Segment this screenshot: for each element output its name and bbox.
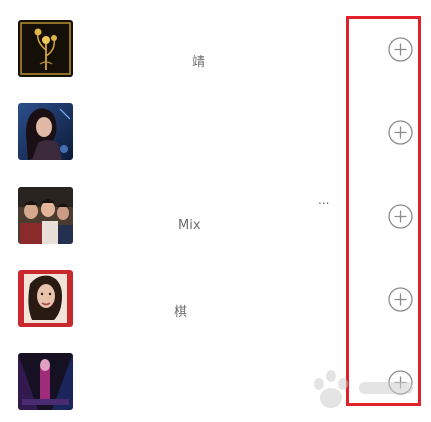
album-cover <box>18 353 73 410</box>
album-cover-stage-purple-icon <box>18 353 73 410</box>
list-item[interactable] <box>0 103 431 163</box>
album-cover-woman-red-icon <box>18 270 73 327</box>
album-cover <box>18 187 73 244</box>
artist-name-visible: 靖 <box>192 55 206 70</box>
album-cover-group-photo-icon <box>18 187 73 244</box>
add-to-playlist-button[interactable] <box>387 36 414 63</box>
artist-name-visible: Mix <box>178 218 201 233</box>
add-to-playlist-button[interactable] <box>387 119 414 146</box>
list-item[interactable]: 靖 <box>0 20 431 80</box>
circle-plus-icon <box>388 204 413 229</box>
list-item[interactable] <box>0 353 431 413</box>
list-item[interactable]: ... Mix <box>0 187 431 247</box>
circle-plus-icon <box>388 370 413 395</box>
album-cover-woman-blue-icon <box>18 103 73 160</box>
album-cover-golden-flower-icon <box>18 20 73 77</box>
title-overflow-ellipsis: ... <box>318 193 330 207</box>
add-to-playlist-button[interactable] <box>387 369 414 396</box>
artist-name-visible: 棋 <box>174 305 188 320</box>
album-cover <box>18 103 73 160</box>
list-item[interactable]: 棋 <box>0 270 431 330</box>
add-to-playlist-button[interactable] <box>387 203 414 230</box>
circle-plus-icon <box>388 120 413 145</box>
add-to-playlist-button[interactable] <box>387 286 414 313</box>
album-cover <box>18 20 73 77</box>
circle-plus-icon <box>388 37 413 62</box>
circle-plus-icon <box>388 287 413 312</box>
album-cover <box>18 270 73 327</box>
song-list: 靖 ... Mix 棋 <box>0 0 431 422</box>
